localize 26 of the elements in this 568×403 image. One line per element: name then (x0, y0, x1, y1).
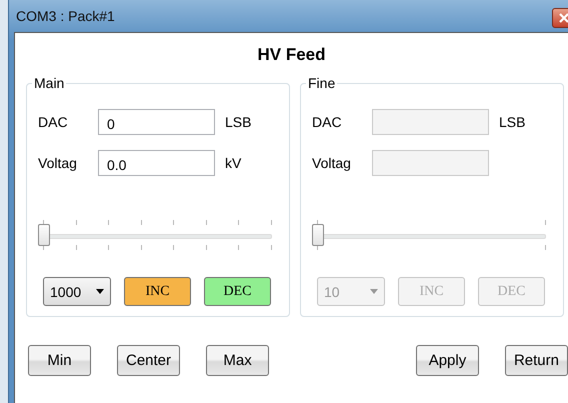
caret-icon (96, 289, 104, 294)
unit-label: LSB (225, 114, 252, 130)
window-title: COM3 : Pack#1 (16, 8, 115, 24)
field-label: Voltag (38, 155, 78, 171)
slider[interactable] (38, 220, 272, 250)
close-icon (559, 13, 568, 23)
caret-icon (370, 289, 378, 294)
action-button[interactable]: Min (28, 345, 91, 376)
group-title: Fine (307, 75, 336, 91)
step-button[interactable]: DEC (204, 277, 271, 306)
dialog-heading: HV Feed (256, 45, 327, 66)
action-button[interactable]: Max (206, 345, 270, 376)
unit-label: LSB (499, 114, 526, 130)
group-title: Main (33, 75, 66, 91)
step-dropdown[interactable]: 1000 (43, 277, 111, 306)
action-button[interactable]: Return (504, 345, 568, 376)
action-button[interactable]: Apply (416, 345, 479, 376)
input-field[interactable]: 0 (98, 109, 215, 135)
step-button[interactable]: INC (124, 277, 191, 306)
action-button[interactable]: Center (117, 345, 180, 376)
unit-label: kV (225, 155, 242, 171)
input-field[interactable]: 0.0 (98, 150, 215, 176)
field-label: DAC (38, 114, 69, 130)
field-label: DAC (312, 114, 343, 130)
slider-thumb[interactable] (38, 224, 50, 246)
field-label: Voltag (312, 155, 352, 171)
